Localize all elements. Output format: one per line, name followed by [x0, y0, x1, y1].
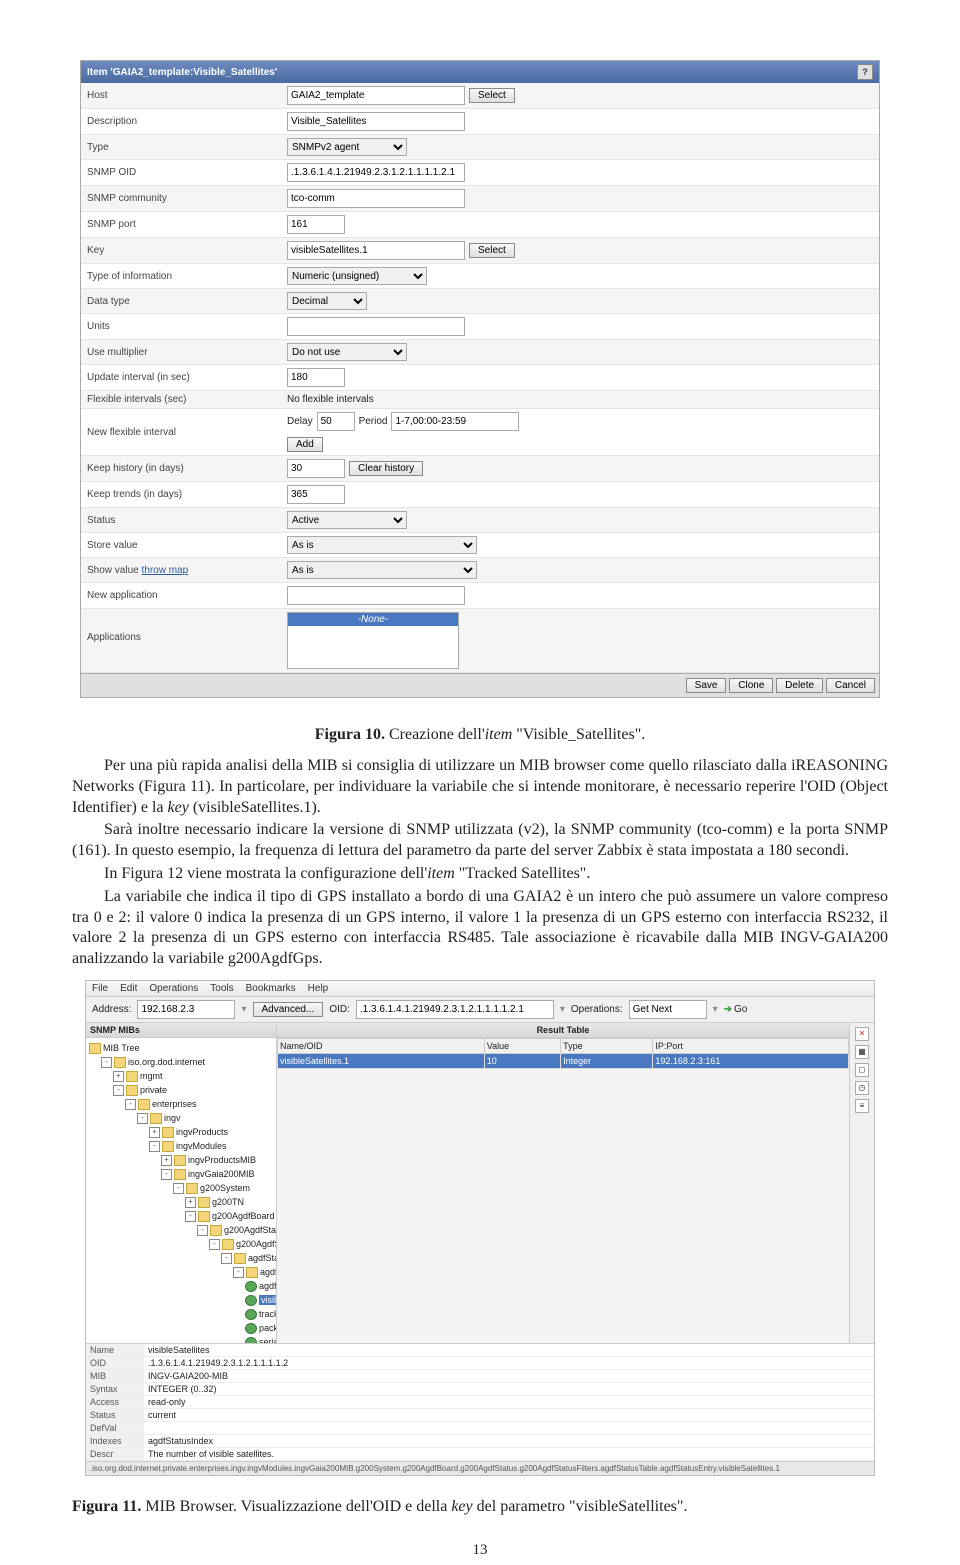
period-label: Period — [359, 416, 388, 427]
menu-operations[interactable]: Operations — [149, 983, 198, 994]
mib-browser-window: File Edit Operations Tools Bookmarks Hel… — [85, 980, 875, 1476]
menu-tools[interactable]: Tools — [210, 983, 233, 994]
oid-label: OID: — [329, 1004, 350, 1015]
label-applications: Applications — [87, 612, 287, 643]
menu-file[interactable]: File — [92, 983, 108, 994]
save-button[interactable]: Save — [686, 678, 727, 693]
figure-10-caption: Figura 10. Creazione dell'item "Visible_… — [0, 726, 960, 744]
label-multiplier: Use multiplier — [87, 347, 287, 358]
label-show-value: Show value throw map — [87, 565, 287, 576]
page-number: 13 — [0, 1528, 960, 1565]
detail-pane: NamevisibleSatellites OID.1.3.6.1.4.1.21… — [86, 1343, 874, 1461]
operations-label: Operations: — [571, 1004, 623, 1015]
label-keep-history: Keep history (in days) — [87, 463, 287, 474]
host-input[interactable] — [287, 86, 465, 105]
delete-icon[interactable]: ✕ — [855, 1027, 869, 1041]
figure-11-caption: Figura 11. MIB Browser. Visualizzazione … — [0, 1498, 960, 1516]
label-update-interval: Update interval (in sec) — [87, 372, 287, 383]
operations-select[interactable] — [629, 1000, 707, 1019]
path-bar: .iso.org.dod.internet.private.enterprise… — [86, 1461, 874, 1475]
delay-input[interactable] — [317, 412, 355, 431]
label-snmp-oid: SNMP OID — [87, 167, 287, 178]
new-application-input[interactable] — [287, 586, 465, 605]
label-host: Host — [87, 90, 287, 101]
body-paragraphs: Per una più rapida analisi della MIB si … — [0, 756, 960, 970]
label-type: Type — [87, 142, 287, 153]
go-arrow-icon: ➔ — [724, 1004, 732, 1015]
key-select-button[interactable]: Select — [469, 243, 515, 258]
cancel-button[interactable]: Cancel — [826, 678, 875, 693]
keep-history-input[interactable] — [287, 459, 345, 478]
keep-trends-input[interactable] — [287, 485, 345, 504]
host-select-button[interactable]: Select — [469, 88, 515, 103]
clone-button[interactable]: Clone — [729, 678, 773, 693]
label-new-flexible: New flexible interval — [87, 427, 287, 438]
form-button-bar: Save Clone Delete Cancel — [81, 673, 879, 697]
applications-listbox[interactable]: -None- — [287, 612, 459, 669]
delay-label: Delay — [287, 416, 313, 427]
type-select[interactable]: SNMPv2 agent — [287, 138, 407, 156]
type-info-select[interactable]: Numeric (unsigned) — [287, 267, 427, 285]
label-snmp-community: SNMP community — [87, 193, 287, 204]
label-new-application: New application — [87, 590, 287, 601]
snmp-port-input[interactable] — [287, 215, 345, 234]
flexible-intervals-value: No flexible intervals — [287, 394, 374, 405]
mib-tree-pane[interactable]: SNMP MIBs MIB Tree -iso.org.dod.internet… — [86, 1023, 277, 1343]
snmp-oid-input[interactable] — [287, 163, 465, 182]
chart-icon[interactable]: ▦ — [855, 1045, 869, 1059]
label-units: Units — [87, 321, 287, 332]
snmp-community-input[interactable] — [287, 189, 465, 208]
label-type-info: Type of information — [87, 271, 287, 282]
update-interval-input[interactable] — [287, 368, 345, 387]
label-keep-trends: Keep trends (in days) — [87, 489, 287, 500]
go-button[interactable]: ➔Go — [724, 1004, 748, 1015]
help-icon[interactable]: ? — [857, 64, 873, 80]
key-input[interactable] — [287, 241, 465, 260]
result-row[interactable]: visibleSatellites.110Integer192.168.2.3:… — [278, 1053, 849, 1068]
folder-icon — [89, 1043, 101, 1054]
list-icon[interactable]: ≡ — [855, 1099, 869, 1113]
label-status: Status — [87, 515, 287, 526]
menu-edit[interactable]: Edit — [120, 983, 137, 994]
show-value-select[interactable]: As is — [287, 561, 477, 579]
units-input[interactable] — [287, 317, 465, 336]
form-title: Item 'GAIA2_template:Visible_Satellites' — [87, 67, 277, 78]
menu-help[interactable]: Help — [308, 983, 329, 994]
data-type-select[interactable]: Decimal — [287, 292, 367, 310]
clear-history-button[interactable]: Clear history — [349, 461, 423, 476]
throw-map-link[interactable]: throw map — [141, 565, 188, 576]
status-select[interactable]: Active — [287, 511, 407, 529]
add-button[interactable]: Add — [287, 437, 323, 452]
zabbix-item-form: Item 'GAIA2_template:Visible_Satellites'… — [80, 60, 880, 698]
store-value-select[interactable]: As is — [287, 536, 477, 554]
result-table: Name/OIDValueTypeIP:Port visibleSatellit… — [277, 1038, 849, 1069]
tree-selected-item: visibleSatellites — [259, 1295, 277, 1305]
doc-icon[interactable]: ◻ — [855, 1063, 869, 1077]
label-snmp-port: SNMP port — [87, 219, 287, 230]
oid-input[interactable] — [356, 1000, 554, 1019]
address-input[interactable] — [137, 1000, 235, 1019]
address-label: Address: — [92, 1004, 131, 1015]
mib-toolbar: Address: ▾ Advanced... OID: ▾ Operations… — [86, 997, 874, 1023]
menu-bookmarks[interactable]: Bookmarks — [246, 983, 296, 994]
label-description: Description — [87, 116, 287, 127]
side-toolbar: ✕ ▦ ◻ ◷ ≡ — [849, 1023, 874, 1343]
result-table-header: Result Table — [277, 1023, 849, 1038]
delete-button[interactable]: Delete — [776, 678, 823, 693]
period-input[interactable] — [391, 412, 519, 431]
description-input[interactable] — [287, 112, 465, 131]
advanced-button[interactable]: Advanced... — [253, 1002, 324, 1017]
multiplier-select[interactable]: Do not use — [287, 343, 407, 361]
label-store-value: Store value — [87, 540, 287, 551]
clock-icon[interactable]: ◷ — [855, 1081, 869, 1095]
label-key: Key — [87, 245, 287, 256]
label-data-type: Data type — [87, 296, 287, 307]
mib-menubar: File Edit Operations Tools Bookmarks Hel… — [86, 981, 874, 997]
label-flexible-intervals: Flexible intervals (sec) — [87, 394, 287, 405]
tree-header: SNMP MIBs — [86, 1023, 276, 1038]
form-header: Item 'GAIA2_template:Visible_Satellites'… — [81, 61, 879, 83]
